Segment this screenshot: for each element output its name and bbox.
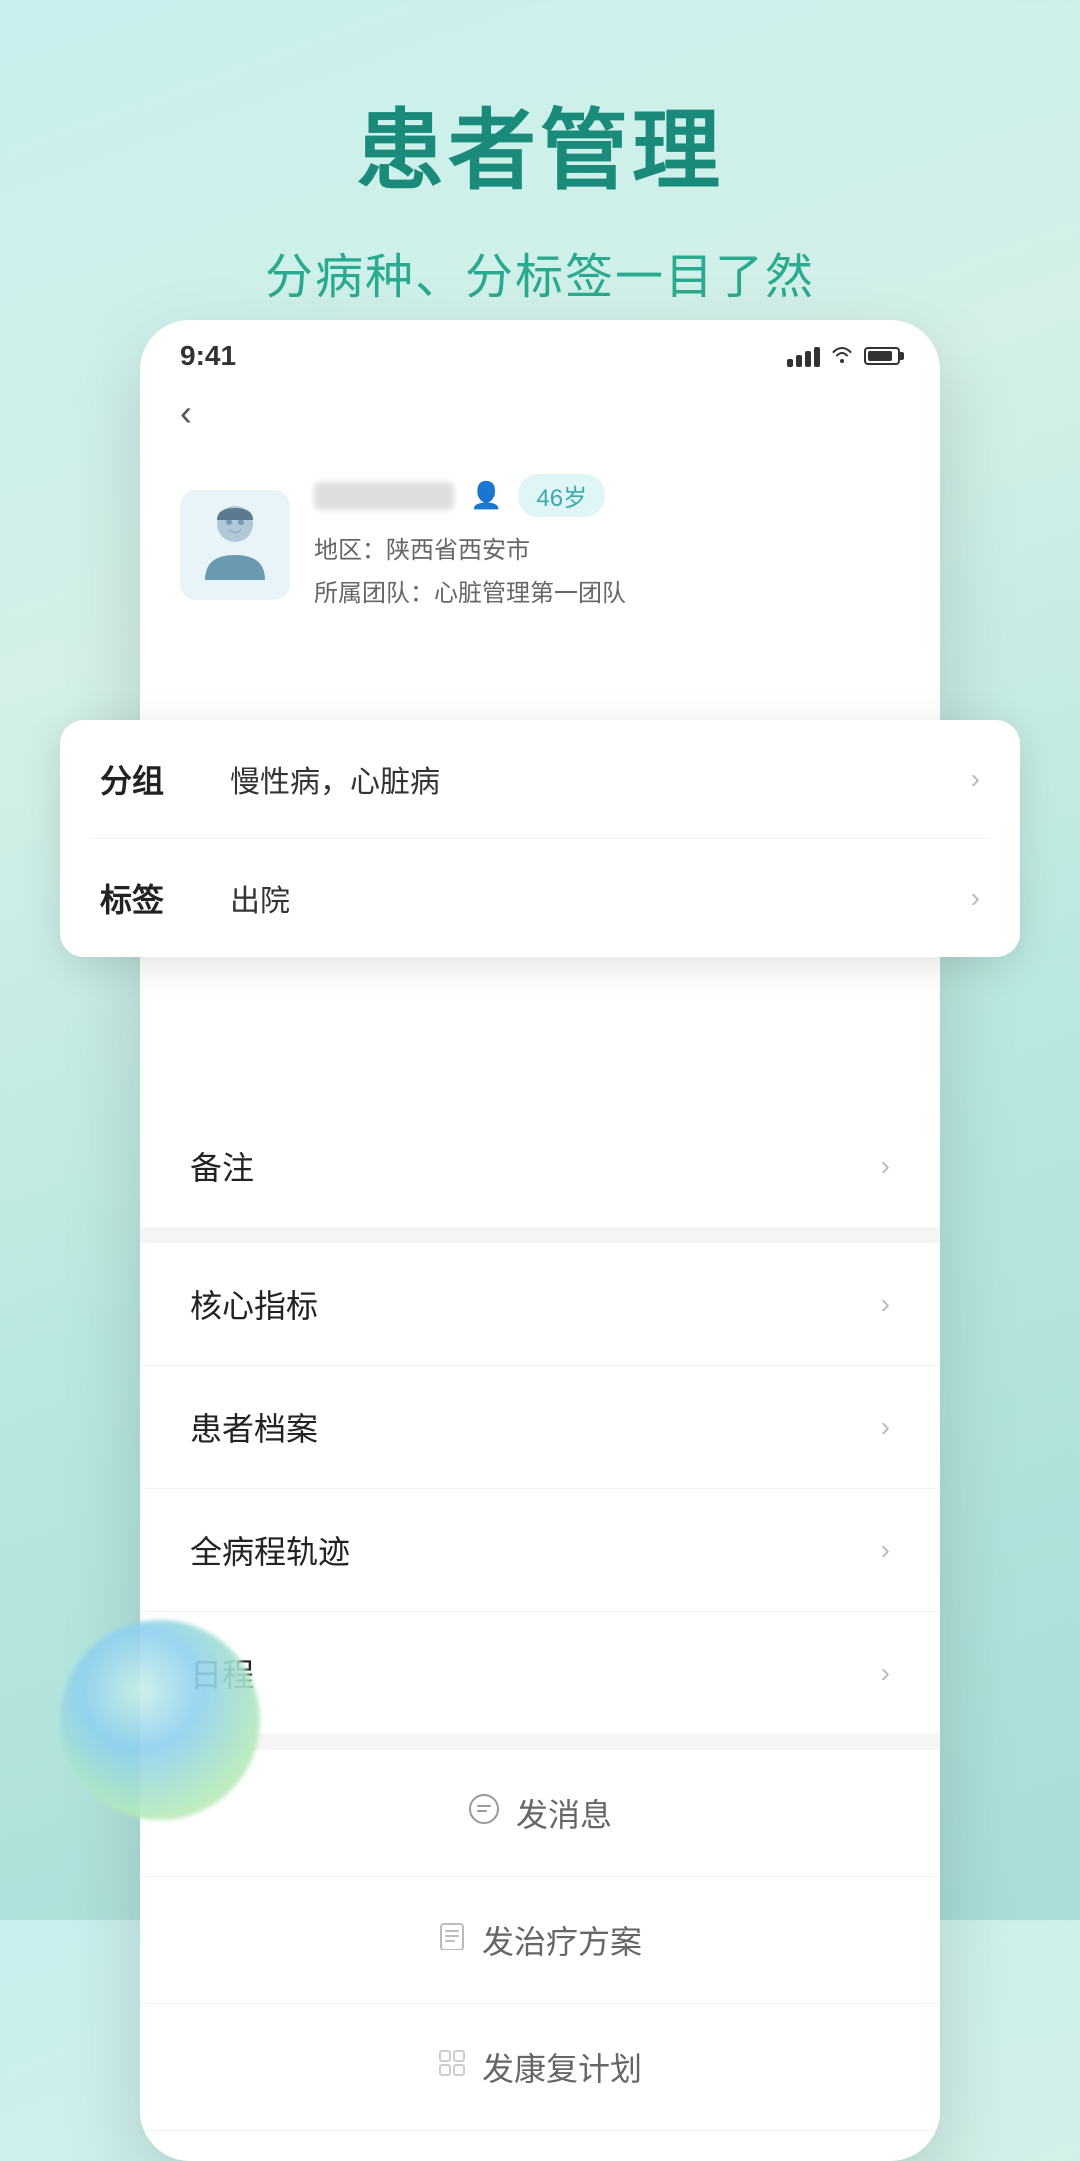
arrow-indicators: › — [881, 1288, 890, 1320]
rehab-icon — [438, 2049, 466, 2085]
age-badge: 46岁 — [518, 474, 605, 517]
arrow-notes: › — [881, 1150, 890, 1182]
status-bar: 9:41 — [140, 320, 940, 382]
action-treatment-label: 发治疗方案 — [482, 1917, 642, 1963]
action-section: 发消息 发治疗方案 — [140, 1750, 940, 2131]
arrow-trajectory: › — [881, 1534, 890, 1566]
status-icons — [787, 343, 900, 369]
message-icon — [468, 1793, 500, 1833]
main-content: 备注 › 核心指标 › 患者档案 › 全病程轨迹 › 日程 › — [140, 1105, 940, 2131]
status-time: 9:41 — [180, 340, 236, 372]
wifi-icon — [830, 343, 854, 369]
float-tag-arrow: › — [971, 882, 980, 914]
menu-section-notes: 备注 › — [140, 1105, 940, 1227]
float-card: 分组 慢性病，心脏病 › 标签 出院 › — [60, 720, 1020, 957]
float-group-label: 分组 — [100, 756, 200, 802]
patient-info: 👤 46岁 地区：陕西省西安市 所属团队：心脏管理第一团队 — [314, 474, 900, 615]
menu-section-main: 核心指标 › 患者档案 › 全病程轨迹 › 日程 › — [140, 1243, 940, 1734]
action-message-label: 发消息 — [516, 1790, 612, 1836]
page-subtitle: 分病种、分标签一目了然 — [0, 237, 1080, 307]
float-tag-value: 出院 — [200, 876, 971, 920]
action-rehab[interactable]: 发康复计划 — [140, 2004, 940, 2131]
action-message[interactable]: 发消息 — [140, 1750, 940, 1877]
menu-item-indicators[interactable]: 核心指标 › — [140, 1243, 940, 1366]
action-rehab-label: 发康复计划 — [482, 2044, 642, 2090]
signal-icon — [787, 345, 820, 367]
float-row-tag[interactable]: 标签 出院 › — [90, 839, 990, 957]
menu-item-trajectory[interactable]: 全病程轨迹 › — [140, 1489, 940, 1612]
patient-name-blur — [314, 482, 454, 510]
gender-icon: 👤 — [470, 480, 502, 511]
page-title: 患者管理 — [0, 0, 1080, 207]
float-row-group[interactable]: 分组 慢性病，心脏病 › — [90, 720, 990, 839]
treatment-icon — [438, 1922, 466, 1958]
back-arrow-icon: ‹ — [180, 392, 192, 433]
menu-label-records: 患者档案 — [190, 1404, 318, 1450]
patient-region: 地区：陕西省西安市 — [314, 529, 900, 572]
action-treatment[interactable]: 发治疗方案 — [140, 1877, 940, 2004]
menu-label-indicators: 核心指标 — [190, 1281, 318, 1327]
decorative-orb — [60, 1620, 260, 1820]
menu-item-notes[interactable]: 备注 › — [140, 1105, 940, 1227]
back-button[interactable]: ‹ — [140, 382, 940, 454]
battery-icon — [864, 347, 900, 365]
menu-label-trajectory: 全病程轨迹 — [190, 1527, 350, 1573]
arrow-schedule: › — [881, 1657, 890, 1689]
float-group-value: 慢性病，心脏病 — [200, 757, 971, 801]
menu-item-records[interactable]: 患者档案 › — [140, 1366, 940, 1489]
menu-item-schedule[interactable]: 日程 › — [140, 1612, 940, 1734]
menu-label-notes: 备注 — [190, 1143, 254, 1189]
patient-avatar — [180, 490, 290, 600]
patient-name-row: 👤 46岁 — [314, 474, 900, 517]
phone-mockup: 9:41 ‹ — [140, 320, 940, 2161]
patient-header: 👤 46岁 地区：陕西省西安市 所属团队：心脏管理第一团队 — [140, 454, 940, 645]
float-tag-label: 标签 — [100, 875, 200, 921]
float-group-arrow: › — [971, 763, 980, 795]
patient-team: 所属团队：心脏管理第一团队 — [314, 572, 900, 615]
arrow-records: › — [881, 1411, 890, 1443]
